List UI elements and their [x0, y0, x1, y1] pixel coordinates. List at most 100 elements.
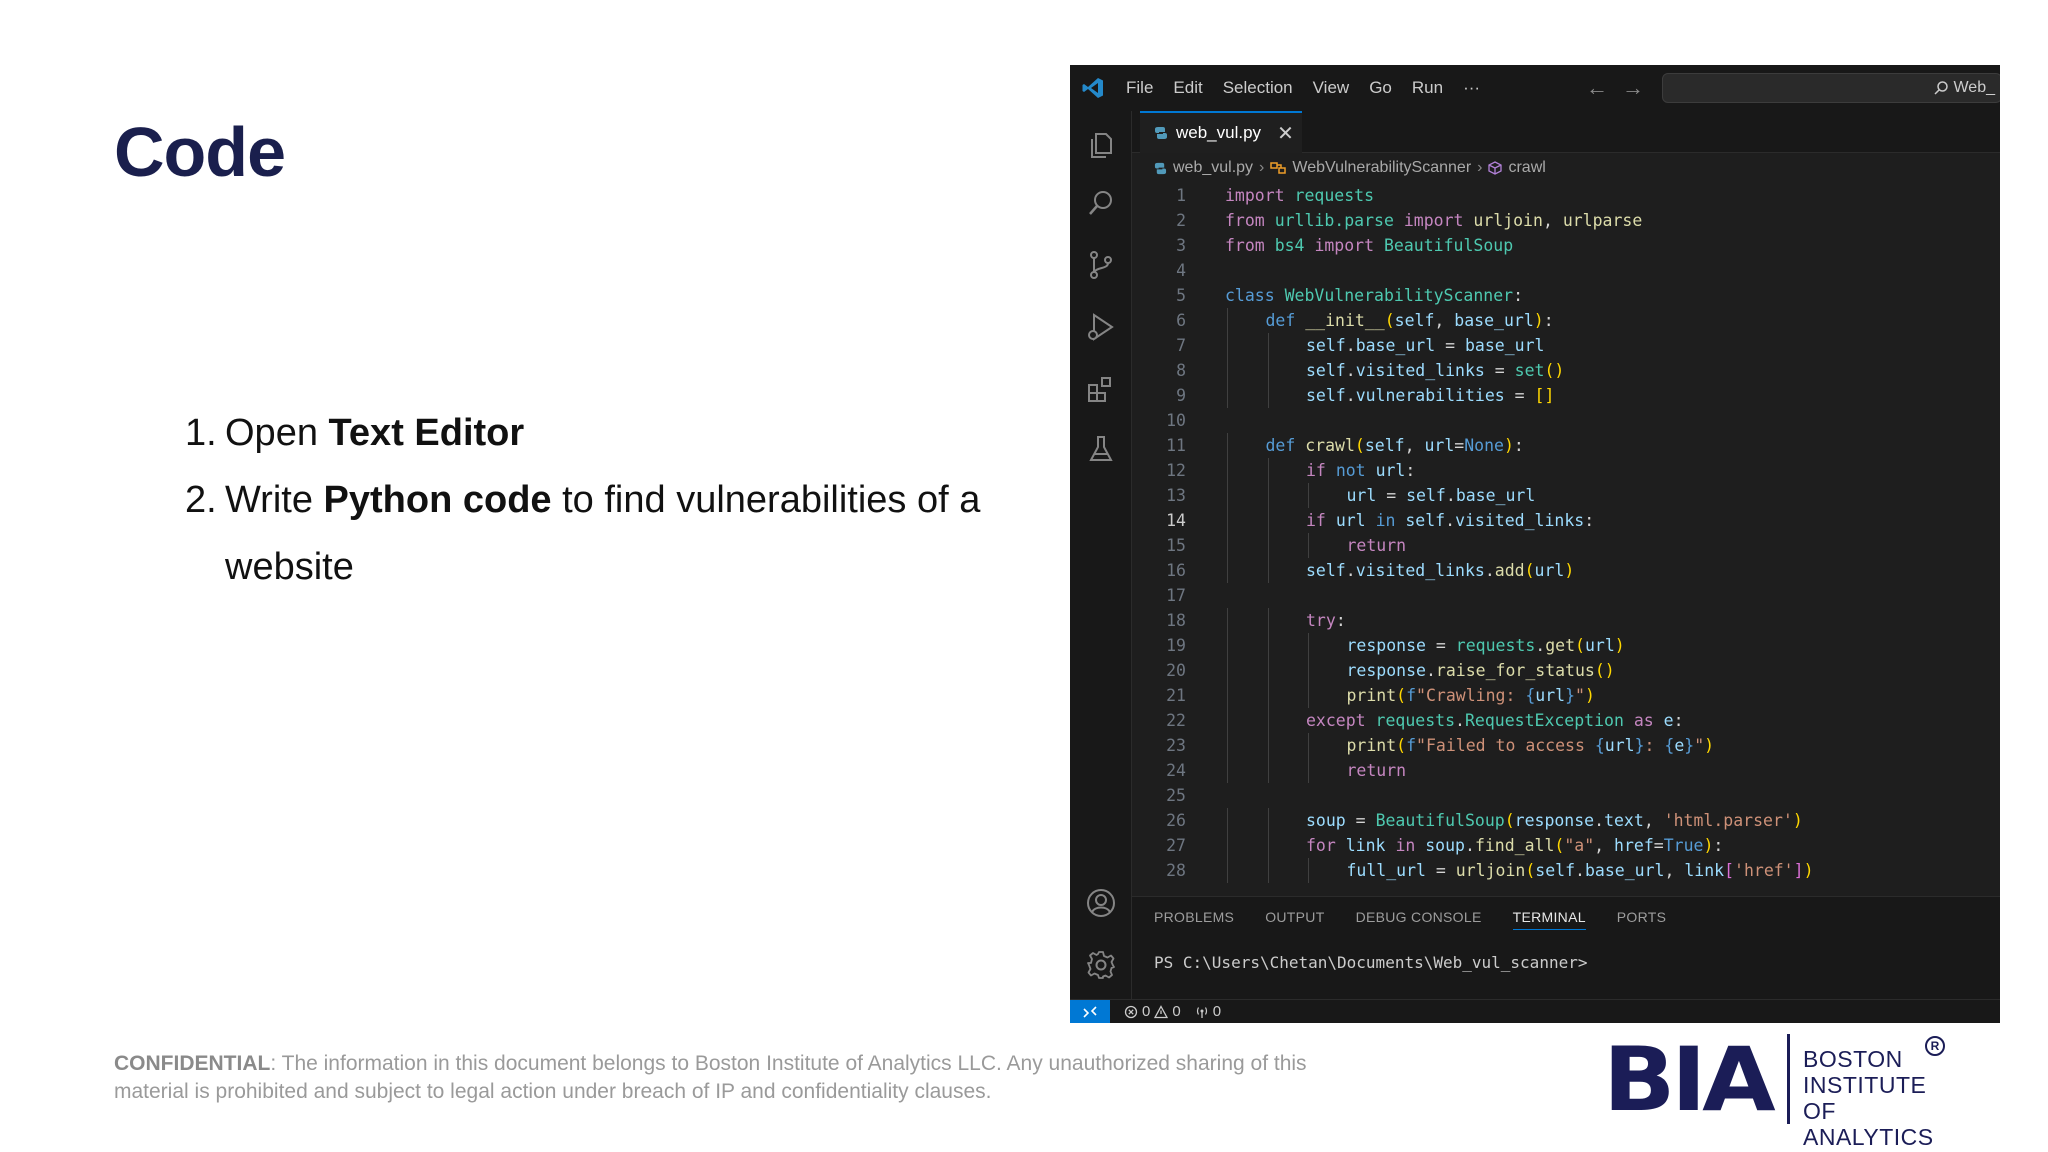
code-line[interactable]: 19 response = requests.get(url): [1132, 633, 2000, 658]
indent-guide: [1267, 683, 1269, 708]
line-number: 6: [1176, 311, 1186, 330]
tab-debug-console[interactable]: DEBUG CONSOLE: [1356, 909, 1482, 925]
extensions-icon[interactable]: [1085, 373, 1117, 405]
step-text: Write: [225, 479, 324, 521]
menu-file[interactable]: File: [1116, 78, 1163, 98]
step-text: Open: [225, 412, 329, 454]
search-text: Web_: [1953, 79, 1995, 96]
code-line[interactable]: 24 return: [1132, 758, 2000, 783]
code-line[interactable]: 5 class WebVulnerabilityScanner:: [1132, 283, 2000, 308]
breadcrumb-class[interactable]: WebVulnerabilityScanner: [1292, 159, 1471, 177]
run-debug-icon[interactable]: [1085, 311, 1117, 343]
logo-line-1: BOSTON: [1803, 1046, 1903, 1072]
indent-guide: [1227, 858, 1228, 883]
code-text: for link in soup.find_all("a", href=True…: [1306, 836, 1724, 855]
code-text: def __init__(self, base_url):: [1265, 311, 1554, 330]
menu-edit[interactable]: Edit: [1163, 78, 1212, 98]
line-number: 4: [1176, 261, 1186, 280]
line-number: 28: [1166, 861, 1186, 880]
search-icon[interactable]: [1085, 187, 1117, 219]
tab-problems[interactable]: PROBLEMS: [1154, 909, 1234, 925]
tab-terminal[interactable]: TERMINAL: [1512, 909, 1586, 930]
code-line[interactable]: 22 except requests.RequestException as e:: [1132, 708, 2000, 733]
breadcrumb-method[interactable]: crawl: [1508, 159, 1545, 177]
line-number: 12: [1166, 461, 1186, 480]
menu-selection[interactable]: Selection: [1213, 78, 1303, 98]
source-control-icon[interactable]: [1085, 249, 1117, 281]
code-line[interactable]: 9 self.vulnerabilities = []: [1132, 383, 2000, 408]
close-icon[interactable]: ✕: [1277, 121, 1294, 146]
code-line[interactable]: 18 try:: [1132, 608, 2000, 633]
settings-gear-icon[interactable]: [1085, 949, 1117, 981]
indent-guide: [1308, 683, 1309, 708]
code-editor[interactable]: 1 import requests 2 from urllib.parse impor…: [1132, 183, 2000, 963]
code-line[interactable]: 15 return: [1132, 533, 2000, 558]
account-icon[interactable]: [1085, 887, 1117, 919]
code-line[interactable]: 3 from bs4 import BeautifulSoup: [1132, 233, 2000, 258]
line-number: 18: [1166, 611, 1186, 630]
tab-ports[interactable]: PORTS: [1617, 909, 1666, 925]
menu-more[interactable]: ···: [1453, 78, 1490, 98]
logo-line-3: ANALYTICS: [1803, 1124, 1934, 1150]
forward-arrow-icon[interactable]: →: [1622, 75, 1644, 101]
indent-guide: [1227, 758, 1228, 783]
back-arrow-icon[interactable]: ←: [1586, 75, 1608, 101]
code-line[interactable]: 6 def __init__(self, base_url):: [1132, 308, 2000, 333]
line-number: 8: [1176, 361, 1186, 380]
tab-output[interactable]: OUTPUT: [1265, 909, 1324, 925]
line-number: 27: [1166, 836, 1186, 855]
breadcrumb-file[interactable]: web_vul.py: [1173, 159, 1253, 177]
step-1: 1. Open Text Editor: [185, 400, 1005, 467]
problems-status[interactable]: 0 0: [1124, 1003, 1181, 1020]
code-line[interactable]: 2 from urllib.parse import urljoin, urlpa…: [1132, 208, 2000, 233]
line-number: 17: [1166, 586, 1186, 605]
code-line[interactable]: 27 for link in soup.find_all("a", href=Tr…: [1132, 833, 2000, 858]
indent-guide: [1267, 608, 1269, 633]
indent-guide: [1227, 458, 1228, 483]
code-line[interactable]: 17: [1132, 583, 2000, 608]
command-center-search[interactable]: Web_: [1662, 73, 2000, 103]
indent-guide: [1227, 508, 1228, 533]
code-line[interactable]: 10: [1132, 408, 2000, 433]
search-icon: [1934, 81, 1949, 95]
tab-web-vul-py[interactable]: web_vul.py ✕: [1140, 111, 1302, 153]
logo-divider: [1787, 1034, 1790, 1124]
code-line[interactable]: 1 import requests: [1132, 183, 2000, 208]
menu-run[interactable]: Run: [1402, 78, 1453, 98]
code-line[interactable]: 13 url = self.base_url: [1132, 483, 2000, 508]
code-text: self.vulnerabilities = []: [1306, 386, 1555, 405]
indent-guide: [1308, 483, 1309, 508]
vscode-logo-icon: [1070, 65, 1116, 111]
code-text: if url in self.visited_links:: [1306, 511, 1595, 530]
menu-view[interactable]: View: [1303, 78, 1360, 98]
testing-icon[interactable]: [1085, 433, 1117, 465]
indent-guide: [1227, 608, 1228, 633]
code-line[interactable]: 28 full_url = urljoin(self.base_url, link…: [1132, 858, 2000, 883]
code-line[interactable]: 12 if not url:: [1132, 458, 2000, 483]
code-line[interactable]: 11 def crawl(self, url=None):: [1132, 433, 2000, 458]
code-line[interactable]: 25: [1132, 783, 2000, 808]
code-line[interactable]: 20 response.raise_for_status(): [1132, 658, 2000, 683]
indent-guide: [1227, 433, 1228, 458]
code-text: soup = BeautifulSoup(response.text, 'htm…: [1306, 811, 1803, 830]
code-line[interactable]: 21 print(f"Crawling: {url}"): [1132, 683, 2000, 708]
code-line[interactable]: 4: [1132, 258, 2000, 283]
line-number: 19: [1166, 636, 1186, 655]
remote-indicator-icon[interactable]: [1070, 999, 1110, 1023]
indent-guide: [1267, 758, 1269, 783]
menu-go[interactable]: Go: [1359, 78, 1402, 98]
terminal-prompt[interactable]: PS C:\Users\Chetan\Documents\Web_vul_sca…: [1154, 953, 1587, 972]
step-emphasis: Python code: [323, 479, 552, 521]
code-line[interactable]: 14 if url in self.visited_links:: [1132, 508, 2000, 533]
code-line[interactable]: 23 print(f"Failed to access {url}: {e}"): [1132, 733, 2000, 758]
indent-guide: [1267, 333, 1269, 358]
warning-icon: [1154, 1004, 1169, 1018]
code-line[interactable]: 16 self.visited_links.add(url): [1132, 558, 2000, 583]
code-line[interactable]: 26 soup = BeautifulSoup(response.text, 'h…: [1132, 808, 2000, 833]
explorer-icon[interactable]: [1085, 129, 1117, 161]
line-number: 14: [1166, 511, 1186, 530]
ports-status[interactable]: 0: [1195, 1003, 1221, 1020]
code-text: self.visited_links.add(url): [1306, 561, 1575, 580]
code-line[interactable]: 8 self.visited_links = set(): [1132, 358, 2000, 383]
code-line[interactable]: 7 self.base_url = base_url: [1132, 333, 2000, 358]
